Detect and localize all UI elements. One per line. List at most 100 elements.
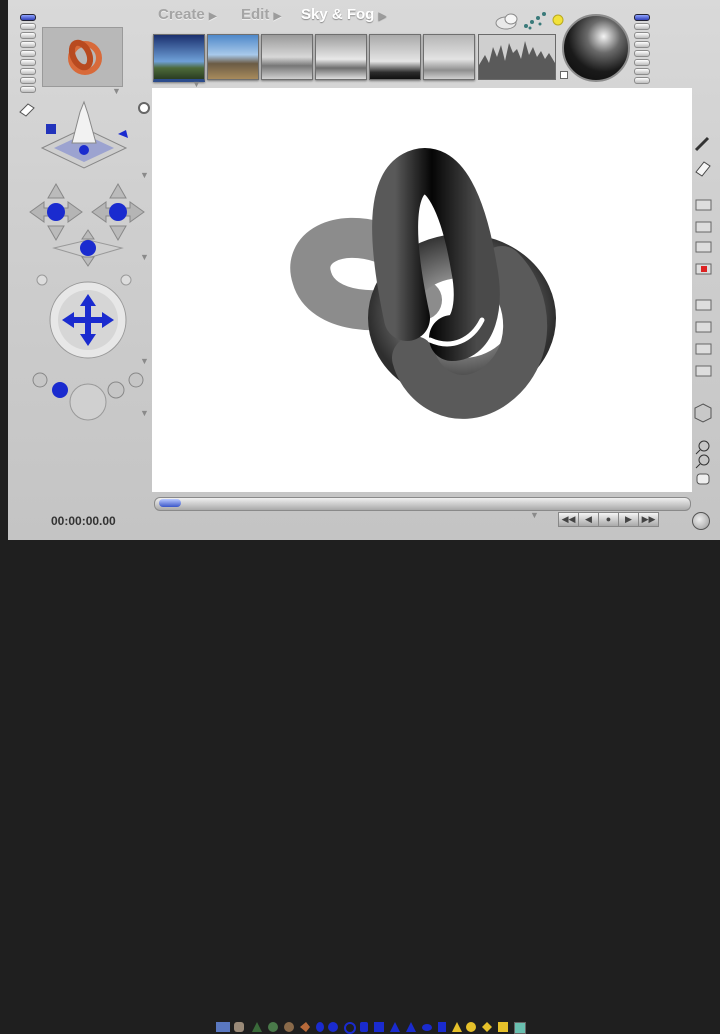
stack-pill[interactable] [20,14,36,21]
chevron-down-icon[interactable]: ▼ [112,86,121,96]
zoom-in-icon[interactable] [695,440,710,455]
stack-pill[interactable] [20,50,36,57]
plane-icon[interactable] [216,1022,230,1032]
chevron-down-icon[interactable]: ▼ [140,408,149,418]
cone-icon[interactable] [390,1022,400,1032]
stop-icon[interactable] [695,263,712,275]
trackball-icon[interactable] [49,281,127,359]
sky-sphere[interactable] [562,14,630,82]
stack-pill[interactable] [20,86,36,93]
stack-pill[interactable] [20,41,36,48]
sky-thumbnail[interactable] [153,34,205,82]
left-stack[interactable] [20,14,36,95]
step-forward-button[interactable]: ▶ [618,512,639,527]
chevron-right-icon: ▶ [273,11,282,22]
rock-icon[interactable] [234,1022,244,1032]
export-icon[interactable] [695,365,712,377]
stack-pill[interactable] [634,23,650,30]
tree-icon[interactable] [252,1022,262,1032]
chevron-down-icon[interactable]: ▼ [140,252,149,262]
sun-icon[interactable] [552,14,564,26]
pyramid-icon[interactable] [406,1022,416,1032]
window-icon[interactable] [695,221,712,233]
render-canvas[interactable] [152,88,692,492]
fish-icon[interactable] [300,1022,310,1032]
yellow-diamond-icon[interactable] [482,1022,492,1032]
rewind-button[interactable]: ◀◀ [558,512,579,527]
sky-thumbnail[interactable] [315,34,367,80]
move-xz-icon[interactable] [29,182,83,242]
cube-icon[interactable] [374,1022,384,1032]
play-button[interactable]: ● [598,512,619,527]
stack-pill[interactable] [20,23,36,30]
yellow-sphere-icon[interactable] [466,1022,476,1032]
stack-pill[interactable] [634,32,650,39]
ball-icon[interactable] [284,1022,294,1032]
stars-icon[interactable] [524,12,546,30]
block-icon[interactable] [438,1022,446,1032]
light-spheres-icon[interactable] [32,372,144,421]
sky-thumbnail[interactable] [369,34,421,80]
yellow-cone-icon[interactable] [452,1022,462,1032]
cylinder-icon[interactable] [360,1022,368,1032]
sky-thumbnail[interactable] [423,34,475,80]
menu-sky-fog[interactable]: Sky & Fog ▶ [301,6,386,23]
eraser-icon[interactable] [695,161,711,177]
yellow-cube-icon[interactable] [498,1022,508,1032]
end-button[interactable]: ▶▶ [638,512,659,527]
zoom-out-icon[interactable] [695,454,710,469]
panel-icon[interactable] [695,343,712,355]
small-toggle[interactable] [560,71,568,79]
water-icon[interactable] [514,1022,526,1034]
move-yz-icon[interactable] [91,182,145,242]
stack-pill[interactable] [634,77,650,84]
knot-render [290,148,556,419]
cube-icon[interactable] [694,403,712,423]
disc-icon[interactable] [422,1024,432,1031]
hand-icon[interactable] [696,473,710,485]
stack-pill[interactable] [20,77,36,84]
ring-icon[interactable] [344,1022,356,1034]
render-icon[interactable] [695,199,712,211]
menu-create[interactable]: Create ▶ [158,6,217,23]
sky-controls [495,12,564,30]
timeline-slider[interactable] [154,497,691,511]
right-stack[interactable] [634,14,650,86]
stack-pill[interactable] [634,59,650,66]
pen-icon[interactable] [694,136,710,152]
stack-pill[interactable] [634,68,650,75]
chevron-down-icon[interactable]: ▼ [530,510,539,520]
globe-icon[interactable] [692,512,710,530]
sky-thumbnail[interactable] [261,34,313,80]
stack-pill[interactable] [20,59,36,66]
stack-pill[interactable] [20,32,36,39]
menu-edit-label: Edit [241,6,270,23]
torus-icon[interactable] [316,1022,324,1032]
image-icon[interactable] [695,321,712,333]
sphere-icon[interactable] [328,1022,338,1032]
stack-pill[interactable] [634,14,650,21]
stack-pill[interactable] [634,41,650,48]
list-icon[interactable] [695,299,712,311]
app-window: Create ▶ Edit ▶ Sky & Fog ▶ ▼ ▼ ▼ ▼ ▼ ▼ … [8,0,720,1034]
menu-sky-fog-label: Sky & Fog [301,6,375,23]
right-tool-column [694,136,712,485]
timeline-thumb[interactable] [159,499,181,507]
cloud-icon[interactable] [495,13,518,30]
stack-pill[interactable] [20,68,36,75]
object-preview[interactable] [42,27,123,87]
step-back-button[interactable]: ◀ [578,512,599,527]
layers-icon[interactable] [695,241,712,253]
stack-pill[interactable] [634,50,650,57]
fog-curve-panel[interactable] [478,34,556,80]
menu-edit[interactable]: Edit ▶ [241,6,281,23]
home-icon[interactable] [19,103,35,117]
knot-object-icon [68,39,102,75]
chevron-down-icon[interactable]: ▼ [140,170,149,180]
fog-curve-graph [479,41,555,79]
chevron-down-icon[interactable]: ▼ [140,356,149,366]
sky-thumbnail[interactable] [207,34,259,80]
plant-icon[interactable] [268,1022,278,1032]
spike-object-icon[interactable] [40,100,128,169]
radio-icon[interactable] [138,102,150,114]
